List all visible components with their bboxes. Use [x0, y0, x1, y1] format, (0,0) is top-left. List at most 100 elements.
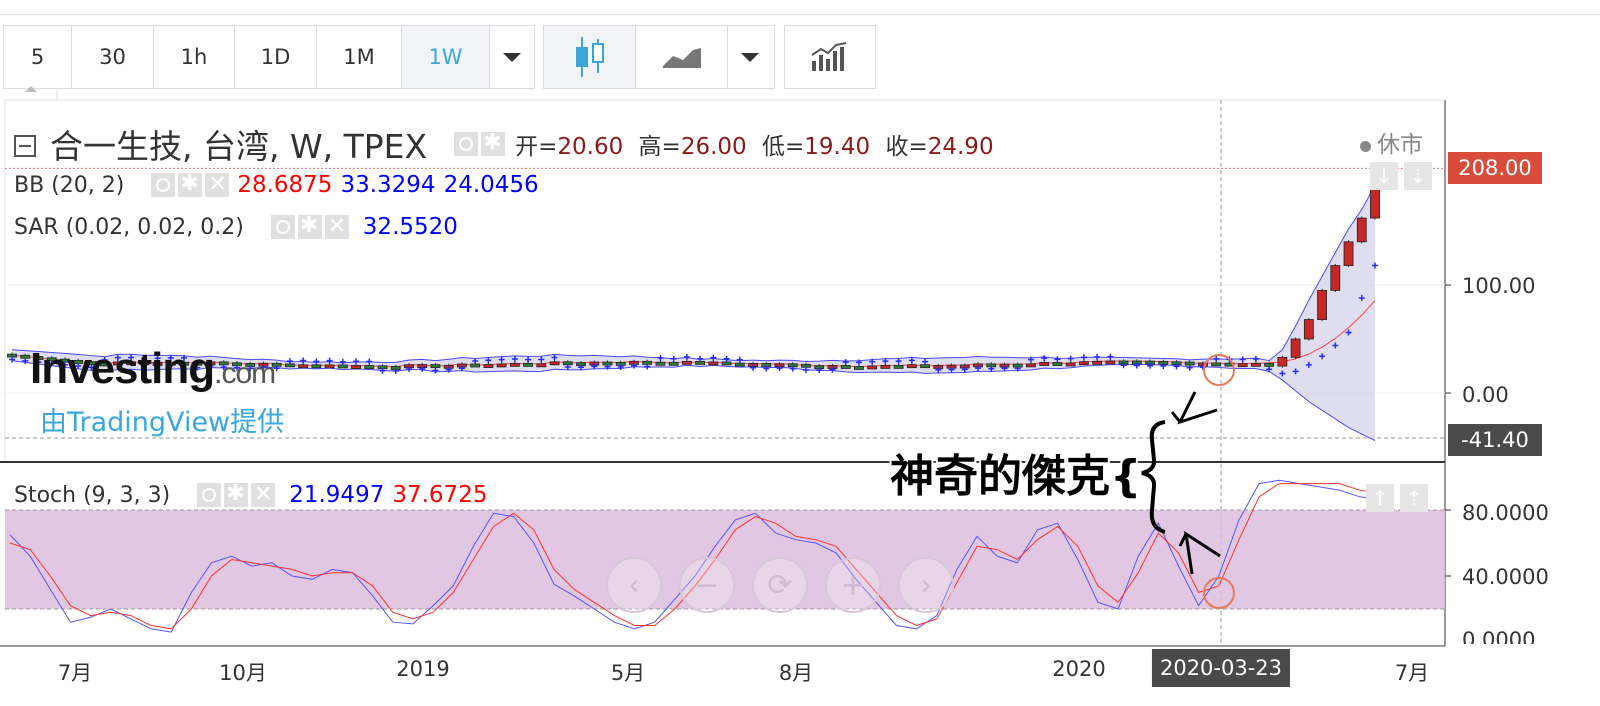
candle: [284, 363, 295, 368]
candle: [880, 364, 891, 369]
candle: [509, 362, 520, 367]
candle: [1092, 360, 1103, 365]
annotation-text: 神奇的傑克{: [890, 451, 1142, 502]
candle: [1290, 338, 1301, 358]
bb-eye-icon[interactable]: [151, 173, 176, 197]
candle: [1052, 362, 1063, 366]
candle: [854, 366, 864, 370]
stoch-value-d: 37.6725: [392, 482, 488, 508]
provider-credit[interactable]: 由TradingView提供: [40, 400, 284, 439]
bb-close-icon[interactable]: [205, 172, 230, 197]
arrow-up-icon: [1170, 391, 1218, 425]
candle: [1317, 289, 1327, 320]
candle: [1026, 363, 1036, 368]
candle: [1343, 241, 1354, 266]
chart-title: 合一生技, 台湾, W, TPEX: [50, 127, 428, 166]
stoch-label: Stoch (9, 3, 3): [14, 482, 171, 508]
price-tick-100: 100.00: [1462, 274, 1536, 298]
scroll-up-icon: [25, 86, 37, 92]
candle: [1303, 319, 1314, 340]
candle: [1237, 363, 1248, 368]
pane-collapse-icon[interactable]: ⇣: [1404, 162, 1432, 190]
sar-gear-icon[interactable]: [297, 213, 322, 239]
stoch-gear-icon[interactable]: [224, 481, 249, 507]
reset-icon[interactable]: ⟳: [752, 557, 808, 613]
zoom-in-icon[interactable]: +: [825, 557, 881, 613]
ohlc-readout: 开=20.60 高=26.00 低=19.40 收=24.90: [515, 134, 994, 160]
candle: [893, 364, 904, 369]
current-price-tag: 208.00: [1448, 152, 1542, 184]
x-crosshair-date: 2020-03-23: [1151, 649, 1291, 687]
pane-down-icon[interactable]: ↓: [1370, 162, 1398, 190]
zoom-out-icon[interactable]: −: [679, 557, 735, 613]
candle: [1105, 360, 1116, 365]
candle: [364, 365, 375, 369]
candle: [1264, 362, 1275, 367]
sar-label: SAR (0.02, 0.02, 0.2): [14, 214, 244, 240]
sar-value: 32.5520: [362, 214, 458, 240]
sar-close-icon[interactable]: [324, 214, 349, 239]
gear-icon[interactable]: [481, 130, 506, 156]
stoch-close-icon[interactable]: [251, 482, 276, 507]
candle: [734, 362, 745, 367]
candle: [721, 361, 732, 366]
candle: [470, 363, 481, 368]
candle: [867, 365, 878, 370]
candle: [801, 363, 811, 368]
candle: [920, 364, 930, 369]
candle: [1039, 362, 1050, 366]
investing-logo: Investing.com: [30, 344, 276, 393]
candle: [1065, 362, 1076, 367]
x-tick-aug-2019: 8月: [778, 661, 814, 685]
candle: [311, 364, 322, 369]
x-tick-2019: 2019: [396, 657, 450, 681]
candle: [840, 365, 851, 369]
x-tick-jul-2018: 7月: [57, 661, 93, 685]
collapse-icon[interactable]: [14, 135, 36, 157]
candle: [20, 354, 31, 359]
stoch-eye-icon[interactable]: [197, 483, 222, 507]
main-legend: 合一生技, 台湾, W, TPEX 开=20.60 高=26.00 低=19.4…: [14, 120, 994, 168]
stoch-tick-40: 40.0000: [1462, 565, 1549, 589]
candle: [695, 360, 706, 365]
candle: [351, 365, 361, 369]
candle: [681, 360, 692, 365]
pane-expand-icon[interactable]: ⇡: [1400, 484, 1428, 512]
candle: [337, 364, 348, 369]
candle: [1251, 362, 1261, 367]
market-status: 休市: [1360, 125, 1423, 159]
candle: [668, 361, 679, 366]
price-tick-0: 0.00: [1462, 383, 1509, 407]
bb-gear-icon[interactable]: [178, 171, 203, 197]
stoch-tick-80: 80.0000: [1462, 501, 1549, 525]
candle: [549, 361, 560, 366]
bb-value-3: 24.0456: [443, 172, 539, 198]
candle: [1277, 356, 1288, 367]
sar-legend: SAR (0.02, 0.02, 0.2) 32.5520: [14, 213, 458, 240]
candle: [430, 364, 441, 368]
sar-eye-icon[interactable]: [270, 215, 295, 239]
nav-right-icon[interactable]: ›: [898, 557, 954, 613]
candle: [536, 363, 547, 368]
x-tick-oct-2018: 10月: [219, 661, 267, 685]
stoch-value-k: 21.9497: [289, 482, 385, 508]
crosshair-price-tag: -41.40: [1448, 424, 1542, 456]
x-tick-2020: 2020: [1052, 657, 1106, 681]
bb-label: BB (20, 2): [14, 172, 125, 198]
candle: [324, 364, 335, 369]
candle: [708, 361, 719, 366]
eye-icon[interactable]: [454, 132, 479, 156]
candle: [655, 361, 666, 366]
candle: [523, 362, 533, 367]
bb-value-2: 33.3294: [340, 172, 436, 198]
nav-left-icon[interactable]: ‹: [606, 557, 662, 613]
candle: [298, 364, 309, 369]
candle: [1356, 217, 1367, 243]
x-tick-may-2019: 5月: [610, 661, 646, 685]
stoch-tick-0: 0.0000: [1462, 628, 1536, 644]
bb-value-1: 28.6875: [237, 172, 333, 198]
bb-legend: BB (20, 2) 28.6875 33.3294 24.0456: [14, 171, 539, 198]
pane-up-icon[interactable]: ↑: [1366, 484, 1394, 512]
candle: [906, 364, 917, 369]
candle: [1184, 361, 1195, 366]
